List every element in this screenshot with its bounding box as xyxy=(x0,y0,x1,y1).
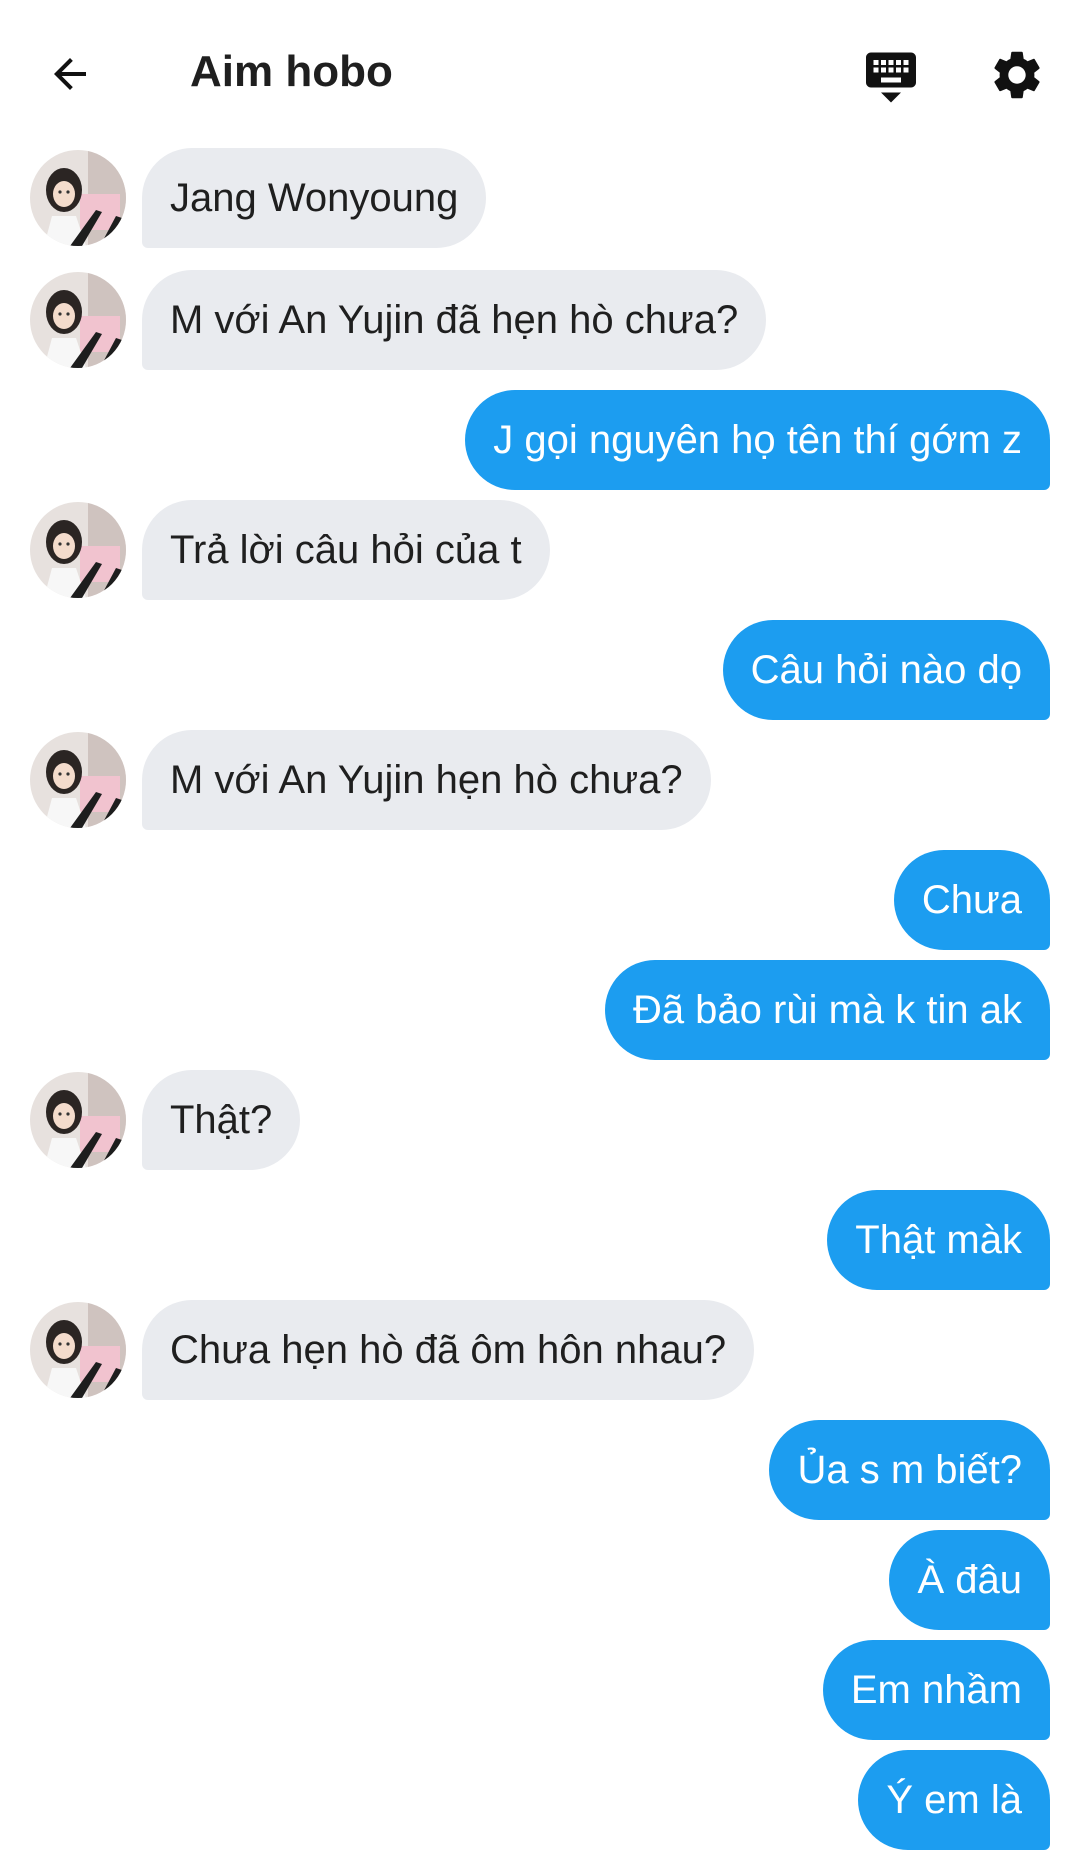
incoming-message[interactable]: M với An Yujin hẹn hò chưa? xyxy=(142,730,711,830)
gear-icon xyxy=(994,51,1040,99)
outgoing-message[interactable]: Em nhầm xyxy=(822,1640,1050,1740)
avatar-image xyxy=(30,1072,126,1168)
avatar[interactable] xyxy=(30,150,126,246)
keyboard-button[interactable] xyxy=(858,42,924,108)
avatar-image xyxy=(30,502,126,598)
outgoing-message[interactable]: J gọi nguyên họ tên thí gớm z xyxy=(465,390,1050,490)
arrow-left-icon xyxy=(54,58,86,90)
avatar[interactable] xyxy=(30,732,126,828)
incoming-message[interactable]: M với An Yujin đã hẹn hò chưa? xyxy=(142,270,767,370)
incoming-message[interactable]: Chưa hẹn hò đã ôm hôn nhau? xyxy=(142,1300,755,1400)
back-button[interactable] xyxy=(40,44,100,104)
outgoing-message[interactable]: Câu hỏi nào dọ xyxy=(722,620,1050,720)
outgoing-message[interactable]: Ý em là xyxy=(858,1750,1050,1850)
avatar-image xyxy=(30,150,126,246)
avatar[interactable] xyxy=(30,1072,126,1168)
settings-button[interactable] xyxy=(984,42,1050,108)
outgoing-message[interactable]: Ủa s m biết? xyxy=(769,1420,1050,1520)
avatar[interactable] xyxy=(30,272,126,368)
chat-title: Aim hobo xyxy=(190,47,393,96)
incoming-message[interactable]: Jang Wonyoung xyxy=(142,148,487,248)
avatar-image xyxy=(30,272,126,368)
outgoing-message[interactable]: Thật màk xyxy=(827,1190,1050,1290)
incoming-message[interactable]: Trả lời câu hỏi của t xyxy=(142,500,550,600)
keyboard-icon xyxy=(866,52,916,103)
outgoing-message[interactable]: À đâu xyxy=(889,1530,1050,1630)
chat-header: Aim hobo xyxy=(0,0,1080,140)
outgoing-message[interactable]: Đã bảo rùi mà k tin ak xyxy=(604,960,1050,1060)
avatar[interactable] xyxy=(30,502,126,598)
avatar-image xyxy=(30,1302,126,1398)
incoming-message[interactable]: Thật? xyxy=(142,1070,301,1170)
avatar-image xyxy=(30,732,126,828)
outgoing-message[interactable]: Chưa xyxy=(893,850,1050,950)
avatar[interactable] xyxy=(30,1302,126,1398)
